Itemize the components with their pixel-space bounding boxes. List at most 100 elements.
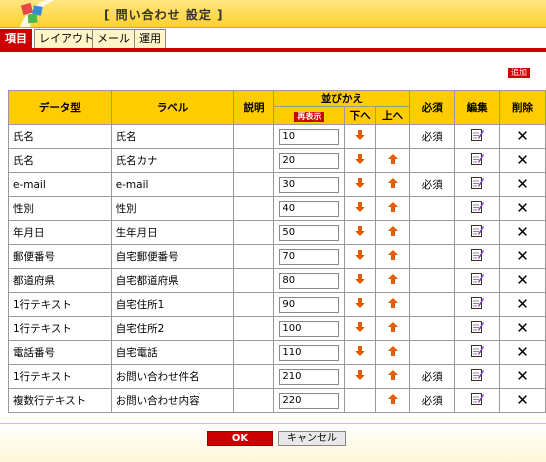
tab-items[interactable]: 項目 bbox=[0, 29, 32, 48]
cell-required: 必須 bbox=[409, 172, 456, 197]
cell-datatype: 1行テキスト bbox=[8, 316, 112, 341]
close-icon[interactable]: ✕ bbox=[516, 175, 529, 193]
cell-up bbox=[374, 340, 411, 365]
edit-icon[interactable] bbox=[470, 152, 485, 166]
arrow-up-icon[interactable] bbox=[387, 249, 399, 261]
edit-icon[interactable] bbox=[470, 320, 485, 334]
table-row: 1行テキストお問い合わせ件名 必須 ✕ bbox=[8, 364, 546, 389]
add-button[interactable]: 追加 bbox=[508, 68, 530, 78]
col-edit: 編集 bbox=[454, 90, 501, 125]
arrow-down-icon[interactable] bbox=[354, 249, 366, 261]
close-icon[interactable]: ✕ bbox=[516, 151, 529, 169]
fields-table: データ型 ラベル 説明 並びかえ 必須 編集 削除 再表示 下へ 上へ 氏名 氏名… bbox=[8, 90, 546, 413]
cell-label: 自宅郵便番号 bbox=[110, 244, 235, 269]
cell-datatype: 氏名 bbox=[8, 124, 112, 149]
order-input[interactable] bbox=[279, 128, 340, 145]
tab-operation[interactable]: 運用 bbox=[134, 29, 166, 48]
close-icon[interactable]: ✕ bbox=[516, 367, 529, 385]
table-row: 都道府県自宅都道府県 ✕ bbox=[8, 268, 546, 293]
tab-underline bbox=[0, 48, 546, 52]
order-input[interactable] bbox=[279, 344, 340, 361]
order-input[interactable] bbox=[279, 224, 340, 241]
tab-mail[interactable]: メール bbox=[92, 29, 135, 48]
edit-icon[interactable] bbox=[470, 344, 485, 358]
cell-edit bbox=[454, 244, 501, 269]
order-input[interactable] bbox=[279, 248, 340, 265]
edit-icon[interactable] bbox=[470, 248, 485, 262]
edit-icon[interactable] bbox=[470, 128, 485, 142]
edit-icon[interactable] bbox=[470, 176, 485, 190]
arrow-down-icon[interactable] bbox=[354, 273, 366, 285]
arrow-down-icon[interactable] bbox=[354, 225, 366, 237]
cell-edit bbox=[454, 220, 501, 245]
cell-order bbox=[273, 364, 346, 389]
cell-up bbox=[374, 268, 411, 293]
arrow-down-icon[interactable] bbox=[354, 369, 366, 381]
edit-icon[interactable] bbox=[470, 272, 485, 286]
cell-down bbox=[344, 124, 376, 149]
arrow-up-icon[interactable] bbox=[387, 177, 399, 189]
arrow-down-icon[interactable] bbox=[354, 321, 366, 333]
order-input[interactable] bbox=[279, 200, 340, 217]
redisplay-button[interactable]: 再表示 bbox=[294, 111, 325, 122]
col-label: ラベル bbox=[110, 90, 235, 125]
cell-order bbox=[273, 220, 346, 245]
cell-down bbox=[344, 196, 376, 221]
tab-layout[interactable]: レイアウト bbox=[34, 29, 99, 48]
cell-delete: ✕ bbox=[499, 220, 546, 245]
arrow-up-icon[interactable] bbox=[387, 225, 399, 237]
arrow-down-icon[interactable] bbox=[354, 345, 366, 357]
cell-up bbox=[374, 388, 411, 413]
arrow-up-icon[interactable] bbox=[387, 201, 399, 213]
col-sort: 並びかえ bbox=[273, 90, 411, 107]
arrow-up-icon[interactable] bbox=[387, 321, 399, 333]
arrow-down-icon[interactable] bbox=[354, 153, 366, 165]
edit-icon[interactable] bbox=[470, 224, 485, 238]
order-input[interactable] bbox=[279, 272, 340, 289]
edit-icon[interactable] bbox=[470, 296, 485, 310]
table-row: 氏名氏名 必須 ✕ bbox=[8, 124, 546, 149]
edit-icon[interactable] bbox=[470, 368, 485, 382]
cell-required: 必須 bbox=[409, 364, 456, 389]
cancel-button[interactable]: キャンセル bbox=[278, 431, 346, 446]
order-input[interactable] bbox=[279, 392, 340, 409]
arrow-down-icon[interactable] bbox=[354, 201, 366, 213]
cell-datatype: 複数行テキスト bbox=[8, 388, 112, 413]
cell-order bbox=[273, 148, 346, 173]
arrow-up-icon[interactable] bbox=[387, 273, 399, 285]
cell-edit bbox=[454, 124, 501, 149]
arrow-up-icon[interactable] bbox=[387, 393, 399, 405]
order-input[interactable] bbox=[279, 152, 340, 169]
arrow-down-icon[interactable] bbox=[354, 129, 366, 141]
order-input[interactable] bbox=[279, 296, 340, 313]
logo-icon bbox=[20, 0, 80, 27]
close-icon[interactable]: ✕ bbox=[516, 295, 529, 313]
cell-order bbox=[273, 316, 346, 341]
close-icon[interactable]: ✕ bbox=[516, 271, 529, 289]
close-icon[interactable]: ✕ bbox=[516, 199, 529, 217]
arrow-up-icon[interactable] bbox=[387, 369, 399, 381]
edit-icon[interactable] bbox=[470, 392, 485, 406]
close-icon[interactable]: ✕ bbox=[516, 319, 529, 337]
close-icon[interactable]: ✕ bbox=[516, 223, 529, 241]
arrow-up-icon[interactable] bbox=[387, 345, 399, 357]
cell-delete: ✕ bbox=[499, 196, 546, 221]
ok-button[interactable]: OK bbox=[207, 431, 273, 446]
cell-order bbox=[273, 196, 346, 221]
arrow-down-icon[interactable] bbox=[354, 297, 366, 309]
cell-down bbox=[344, 364, 376, 389]
close-icon[interactable]: ✕ bbox=[516, 343, 529, 361]
order-input[interactable] bbox=[279, 368, 340, 385]
cell-delete: ✕ bbox=[499, 364, 546, 389]
order-input[interactable] bbox=[279, 320, 340, 337]
close-icon[interactable]: ✕ bbox=[516, 127, 529, 145]
close-icon[interactable]: ✕ bbox=[516, 391, 529, 409]
close-icon[interactable]: ✕ bbox=[516, 247, 529, 265]
arrow-down-icon[interactable] bbox=[354, 177, 366, 189]
table-row: e-maile-mail 必須 ✕ bbox=[8, 172, 546, 197]
order-input[interactable] bbox=[279, 176, 340, 193]
table-row: 氏名氏名カナ ✕ bbox=[8, 148, 546, 173]
arrow-up-icon[interactable] bbox=[387, 153, 399, 165]
edit-icon[interactable] bbox=[470, 200, 485, 214]
arrow-up-icon[interactable] bbox=[387, 297, 399, 309]
